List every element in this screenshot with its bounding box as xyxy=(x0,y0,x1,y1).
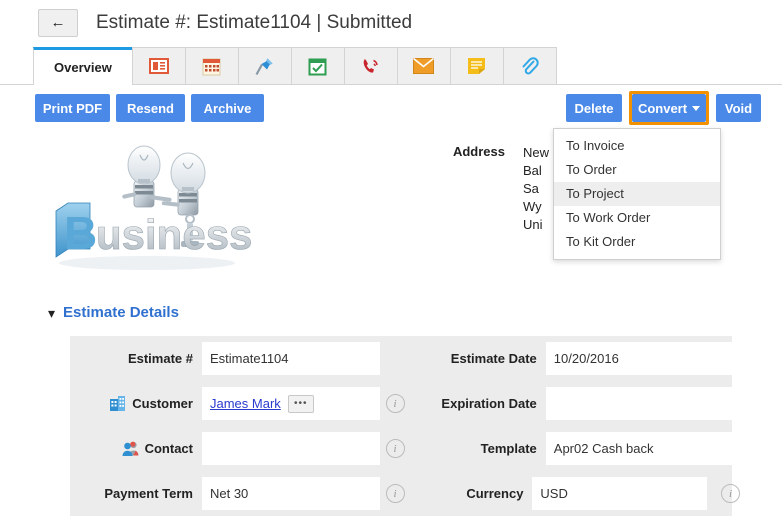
info-slot: i xyxy=(380,394,410,413)
field-payment-term: Payment Term Net 30 xyxy=(70,471,380,516)
invoice-list-icon xyxy=(133,57,185,75)
menu-item-to-work-order[interactable]: To Work Order xyxy=(554,206,720,230)
address-line: Sa xyxy=(523,181,539,196)
field-contact: Contact xyxy=(70,426,380,471)
delete-button[interactable]: Delete xyxy=(566,94,622,122)
address-line: New xyxy=(523,145,550,160)
customer-label-text: Customer xyxy=(132,396,193,411)
tab-pinned[interactable] xyxy=(237,47,292,84)
template-label: Template xyxy=(480,441,537,456)
estimate-detail-page: ← Estimate #: Estimate1104 | Submitted O… xyxy=(0,0,782,519)
convert-button-label: Convert xyxy=(637,100,688,116)
back-arrow-icon[interactable]: ← xyxy=(38,8,78,37)
contact-input[interactable] xyxy=(201,432,380,465)
company-logo: B usiness xyxy=(42,137,257,277)
convert-button[interactable]: Convert xyxy=(632,94,706,122)
menu-item-to-kit-order[interactable]: To Kit Order xyxy=(554,230,720,254)
tab-tasks[interactable] xyxy=(290,47,345,84)
field-expiration-date: Expiration Date xyxy=(410,381,740,426)
template-input[interactable]: Apr02 Cash back xyxy=(545,432,740,465)
tab-attachments[interactable] xyxy=(502,47,557,84)
info-icon[interactable]: i xyxy=(385,439,405,458)
contact-label: Contact xyxy=(70,440,202,457)
field-estimate-number: Estimate # Estimate1104 xyxy=(70,336,380,381)
page-header: ← Estimate #: Estimate1104 | Submitted xyxy=(0,0,782,45)
tab-notes[interactable] xyxy=(449,47,504,84)
payment-term-label: Payment Term xyxy=(104,486,193,501)
convert-dropdown-menu: To Invoice To Order To Project To Work O… xyxy=(553,128,721,260)
pushpin-icon xyxy=(239,56,291,77)
tab-emails[interactable] xyxy=(396,47,451,84)
action-toolbar: Print PDF Resend Archive Delete Convert … xyxy=(0,86,782,218)
calendar-icon xyxy=(186,57,238,76)
address-label: Address xyxy=(452,144,505,159)
field-currency: Currency USD i xyxy=(410,471,740,516)
task-checklist-icon xyxy=(292,57,344,76)
chevron-down-icon: ▾ xyxy=(48,304,56,321)
customer-input[interactable]: James Mark ••• xyxy=(201,387,380,420)
customer-label: Customer xyxy=(70,395,202,412)
tab-calls[interactable] xyxy=(343,47,398,84)
svg-text:B: B xyxy=(64,207,97,259)
payment-term-input[interactable]: Net 30 xyxy=(201,477,380,510)
field-template: Template Apr02 Cash back xyxy=(410,426,740,471)
info-icon[interactable]: i xyxy=(385,394,405,413)
estimate-number-label: Estimate # xyxy=(127,351,193,366)
menu-item-to-invoice[interactable]: To Invoice xyxy=(554,134,720,158)
field-customer: Customer James Mark ••• xyxy=(70,381,380,426)
paperclip-attachment-icon xyxy=(504,56,556,76)
address-line: Wy xyxy=(523,199,542,214)
customer-lookup-button[interactable]: ••• xyxy=(287,394,314,413)
field-estimate-date: Estimate Date 10/20/2016 xyxy=(410,336,740,381)
customer-link[interactable]: James Mark xyxy=(210,396,281,411)
building-icon xyxy=(109,395,126,412)
section-title: Estimate Details xyxy=(63,304,179,321)
estimate-date-input[interactable]: 10/20/2016 xyxy=(545,342,740,375)
print-pdf-button[interactable]: Print PDF xyxy=(35,94,110,122)
address-line: Bal xyxy=(523,163,542,178)
menu-item-to-order[interactable]: To Order xyxy=(554,158,720,182)
expiration-date-input[interactable] xyxy=(545,387,740,420)
info-icon[interactable]: i xyxy=(385,484,405,503)
void-button[interactable]: Void xyxy=(716,94,761,122)
currency-input[interactable]: USD xyxy=(532,477,707,510)
estimate-number-input[interactable]: Estimate1104 xyxy=(201,342,380,375)
phone-call-icon xyxy=(345,56,397,76)
page-title: Estimate #: Estimate1104 | Submitted xyxy=(96,11,413,33)
tab-calendar[interactable] xyxy=(184,47,239,84)
menu-item-to-project[interactable]: To Project xyxy=(554,182,720,206)
chevron-down-icon xyxy=(692,105,701,111)
archive-button[interactable]: Archive xyxy=(191,94,264,122)
address-value: New Bal Sa Wy Uni xyxy=(523,144,549,234)
svg-text:usiness: usiness xyxy=(96,211,252,258)
people-icon xyxy=(122,440,139,457)
note-icon xyxy=(451,57,503,75)
estimate-details-section-header[interactable]: ▾ Estimate Details xyxy=(48,304,179,321)
info-slot: i xyxy=(380,439,410,458)
form-row: Payment Term Net 30 i Currency USD i xyxy=(70,471,740,516)
info-slot: i xyxy=(380,484,410,503)
address-line: Uni xyxy=(523,217,543,232)
form-row: Estimate # Estimate1104 Estimate Date 10… xyxy=(70,336,740,381)
resend-button[interactable]: Resend xyxy=(116,94,185,122)
estimate-details-form: Estimate # Estimate1104 Estimate Date 10… xyxy=(70,336,740,516)
form-row: Customer James Mark ••• i Expiration Dat… xyxy=(70,381,740,426)
estimate-date-label: Estimate Date xyxy=(450,351,537,366)
expiration-date-label: Expiration Date xyxy=(441,396,537,411)
form-row: Contact i Template Apr02 Cash back xyxy=(70,426,740,471)
tab-strip: Overview xyxy=(0,47,782,85)
info-icon[interactable]: i xyxy=(721,484,740,503)
tab-overview[interactable]: Overview xyxy=(33,47,133,85)
email-envelope-icon xyxy=(398,58,450,74)
currency-label: Currency xyxy=(466,486,524,501)
contact-label-text: Contact xyxy=(144,441,193,456)
tab-invoices[interactable] xyxy=(131,47,186,84)
tab-overview-label: Overview xyxy=(54,60,112,75)
